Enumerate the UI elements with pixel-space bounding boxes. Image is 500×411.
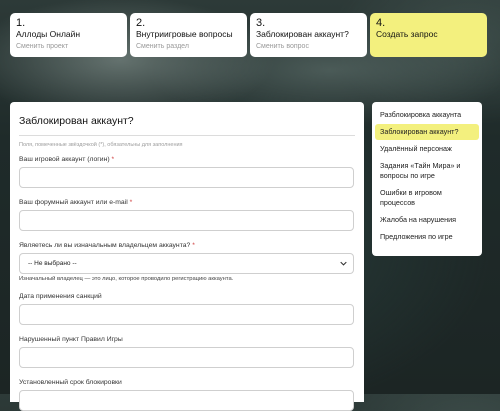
question-menu: Разблокировка аккаунта Заблокирован акка…: [372, 102, 482, 256]
step-number: 4.: [376, 17, 386, 29]
step-number: 2.: [136, 17, 146, 29]
menu-item-gameplay-errors[interactable]: Ошибки в игровом процессов: [375, 185, 479, 211]
step-title: Аллоды Онлайн: [16, 29, 81, 39]
forum-account-input[interactable]: [19, 210, 354, 231]
original-owner-select[interactable]: -- Не выбрано --: [19, 253, 354, 274]
violated-rule-input[interactable]: [19, 347, 354, 368]
menu-item-quests[interactable]: Задания «Тайн Мира» и вопросы по игре: [375, 158, 479, 184]
required-mark: *: [192, 242, 195, 249]
select-value: -- Не выбрано --: [28, 260, 77, 267]
change-section-link[interactable]: Сменить раздел: [136, 42, 241, 52]
violated-rule-label: Нарушенный пункт Правил Игры: [19, 336, 123, 343]
required-mark: *: [111, 156, 115, 163]
forum-account-label-text: Ваш форумный аккаунт или e-mail: [19, 199, 128, 206]
required-mark: *: [129, 199, 133, 206]
step-title: Создать запрос: [376, 29, 438, 39]
sanction-date-label: Дата применения санкций: [19, 293, 102, 300]
change-project-link[interactable]: Сменить проект: [16, 42, 121, 52]
step-card-project: 1. Аллоды Онлайн Сменить проект: [10, 13, 127, 57]
step-number: 1.: [16, 17, 26, 29]
login-label-text: Ваш игровой аккаунт (логин): [19, 156, 110, 163]
step-card-question: 3. Заблокирован аккаунт? Сменить вопрос: [250, 13, 367, 57]
game-login-input[interactable]: [19, 167, 354, 188]
owner-label: Являетесь ли вы изначальным владельцем а…: [19, 242, 355, 249]
form-title: Заблокирован аккаунт?: [19, 115, 134, 127]
forum-account-label: Ваш форумный аккаунт или e-mail *: [19, 199, 355, 206]
menu-item-deleted-character[interactable]: Удалённый персонаж: [375, 141, 479, 157]
sanction-date-input[interactable]: [19, 304, 354, 325]
menu-item-blocked-account[interactable]: Заблокирован аккаунт?: [375, 124, 479, 140]
step-card-create-request: 4. Создать запрос: [370, 13, 487, 57]
step-card-section: 2. Внутриигровые вопросы Сменить раздел: [130, 13, 247, 57]
change-question-link[interactable]: Сменить вопрос: [256, 42, 361, 52]
step-number: 3.: [256, 17, 266, 29]
menu-item-suggestions[interactable]: Предложения по игре: [375, 229, 479, 245]
step-title: Заблокирован аккаунт?: [256, 29, 349, 39]
chevron-down-icon: [340, 261, 347, 266]
login-label: Ваш игровой аккаунт (логин) *: [19, 156, 355, 163]
divider: [19, 135, 355, 136]
owner-label-text: Являетесь ли вы изначальным владельцем а…: [19, 242, 191, 249]
request-form: Заблокирован аккаунт? Поля, помеченные з…: [10, 102, 364, 411]
block-term-input[interactable]: [19, 390, 354, 411]
menu-item-complaint[interactable]: Жалоба на нарушения: [375, 212, 479, 228]
menu-item-unblock[interactable]: Разблокировка аккаунта: [375, 107, 479, 123]
step-title: Внутриигровые вопросы: [136, 29, 233, 39]
block-term-label: Установленный срок блокировки: [19, 379, 122, 386]
required-note: Поля, помеченные звёздочкой (*), обязате…: [19, 142, 183, 148]
